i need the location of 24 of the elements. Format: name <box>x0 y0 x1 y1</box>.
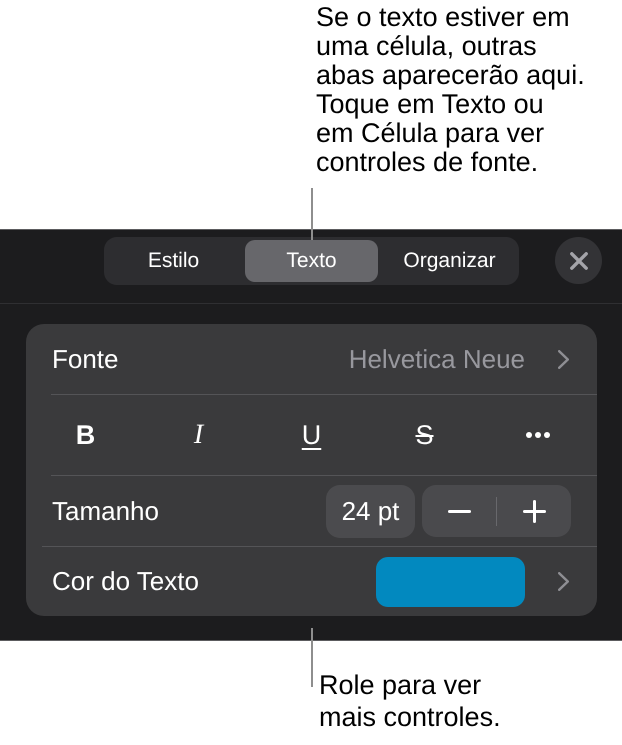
callout-text: Role para ver mais controles. <box>319 669 502 733</box>
size-field[interactable]: 24 pt <box>326 484 415 538</box>
leader-line <box>311 628 313 687</box>
row-label: Cor do Texto <box>52 565 200 598</box>
close-button[interactable] <box>555 237 602 284</box>
leader-line <box>311 188 313 240</box>
strikethrough-button[interactable]: S <box>402 413 446 457</box>
color-swatch[interactable] <box>376 556 525 606</box>
italic-button[interactable]: I <box>176 413 220 457</box>
bold-button[interactable]: B <box>64 413 108 457</box>
chevron-icon <box>558 572 569 591</box>
close-icon <box>570 252 588 270</box>
callout-text: Se o texto estiver em uma célula, outras abas aparecerão aqui. Toque em Texto ou em Célula para ver controles de fonte. <box>316 3 586 177</box>
row-label: Fonte <box>52 342 120 376</box>
plus-icon <box>522 500 546 522</box>
font-value[interactable]: Helvetica Neue <box>348 340 525 378</box>
minus-icon <box>448 510 470 512</box>
chevron-icon <box>558 350 569 368</box>
row-label: Tamanho <box>52 494 160 528</box>
ellipsis-icon <box>526 432 550 438</box>
underline-button[interactable]: U <box>290 413 334 457</box>
tab[interactable]: Estilo <box>107 240 240 282</box>
tab[interactable]: Texto <box>245 240 378 282</box>
tab[interactable]: Organizar <box>383 240 516 282</box>
